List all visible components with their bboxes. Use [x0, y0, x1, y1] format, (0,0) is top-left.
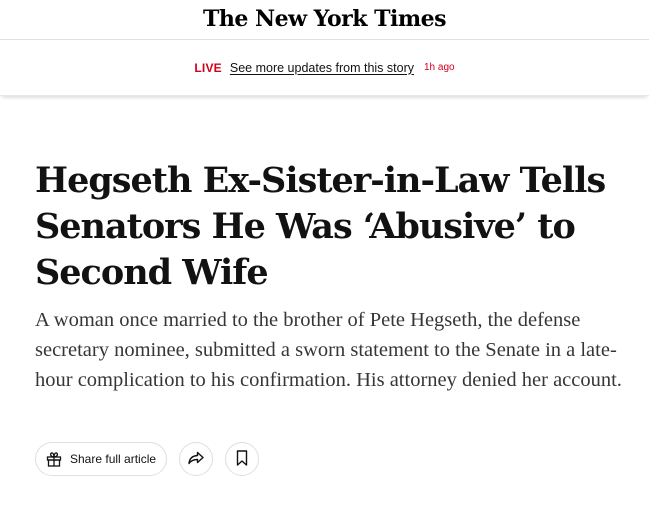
article-actions: Share full article: [35, 442, 260, 476]
gift-icon: [44, 449, 64, 469]
nyt-logo[interactable]: The New York Times: [203, 6, 447, 32]
see-more-updates-link[interactable]: See more updates from this story: [230, 61, 414, 75]
share-full-article-button[interactable]: Share full article: [35, 442, 168, 476]
bookmark-icon: [234, 449, 250, 470]
article-summary: A woman once married to the brother of P…: [35, 309, 622, 391]
live-label: LIVE: [194, 60, 222, 75]
save-button[interactable]: [225, 442, 260, 476]
article-headline: Hegseth Ex-Sister-in-Law Tells Senators …: [35, 160, 606, 293]
masthead: The New York Times: [0, 0, 649, 40]
live-updates-bar: LIVE See more updates from this story 1h…: [0, 40, 649, 96]
share-full-article-label: Share full article: [70, 452, 157, 466]
share-button[interactable]: [179, 442, 214, 476]
share-arrow-icon: [187, 449, 205, 470]
live-timestamp: 1h ago: [424, 62, 455, 73]
